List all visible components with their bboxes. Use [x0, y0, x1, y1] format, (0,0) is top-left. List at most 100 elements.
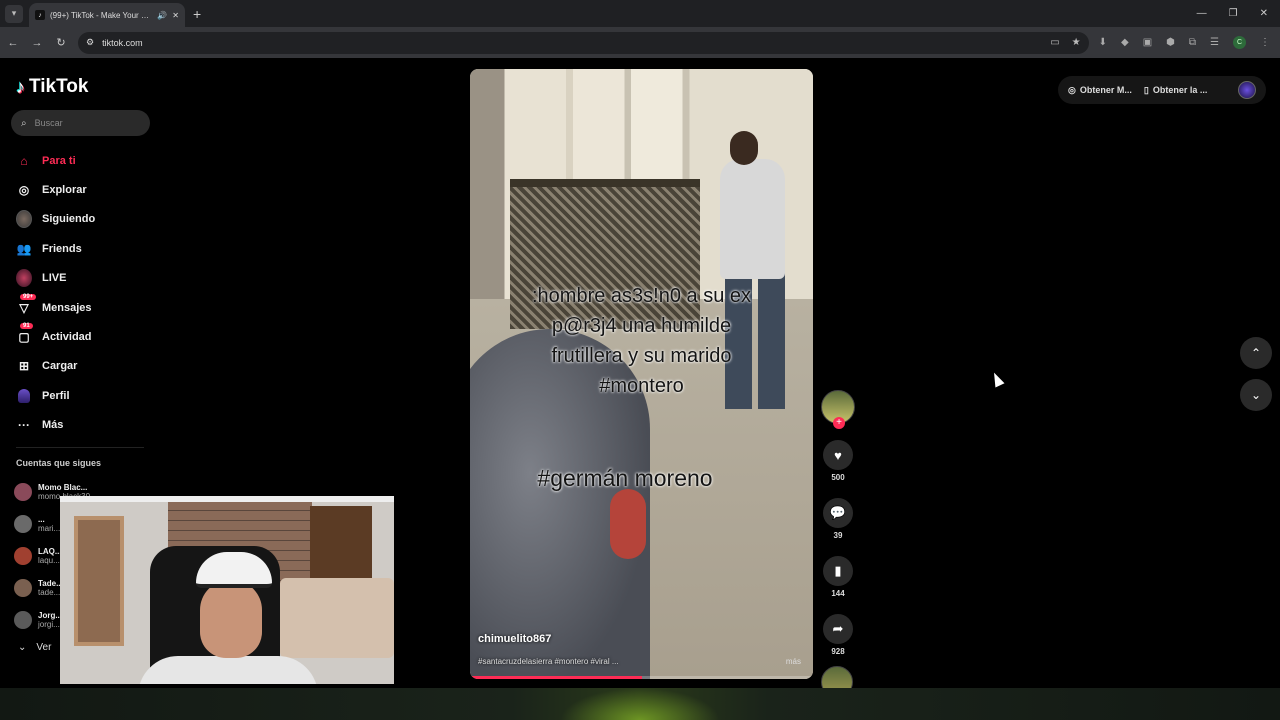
caption-line: frutillera y su marido [551, 345, 732, 367]
download-ext-icon[interactable]: ⬇ [1099, 37, 1107, 48]
following-name: ... [38, 515, 45, 524]
purple-ext-icon[interactable]: ▣ [1143, 37, 1152, 48]
get-app-label: Obtener la ... [1152, 85, 1208, 95]
nav-label: Mensajes [42, 301, 92, 314]
menu-dots-icon[interactable]: ⋮ [1260, 37, 1270, 48]
nav-label: Para ti [42, 154, 76, 167]
get-coins-button[interactable]: ◎ Obtener M... [1068, 85, 1132, 96]
previous-video-button[interactable]: ⌃ [1240, 337, 1272, 369]
video-actions: + ♥ 500 💬 39 ▮ 144 ➦ 928 [821, 390, 857, 698]
sidebar-divider [16, 447, 144, 448]
following-handle: jorgi... [38, 620, 60, 629]
video-player[interactable]: :hombre as3s!n0 a su ex p@r3j4 una humil… [470, 69, 813, 679]
tiktok-logo[interactable]: ♪ TikTok [16, 76, 88, 98]
following-name: LAQ... [38, 547, 62, 556]
heart-icon: ♥ [823, 440, 853, 470]
caption-line: #montero [599, 375, 684, 397]
next-video-button[interactable]: ⌄ [1240, 379, 1272, 411]
like-button[interactable]: ♥ 500 [821, 440, 855, 482]
diamond-ext-icon[interactable]: ◆ [1121, 37, 1129, 48]
browser-tab[interactable]: ♪ (99+) TikTok - Make Your Day 🔊 ✕ [29, 3, 185, 27]
phone-icon: ▯ [1143, 84, 1149, 95]
tiktok-note-icon: ♪ [16, 76, 25, 97]
messages-badge: 99+ [20, 293, 37, 300]
save-button[interactable]: ▮ 144 [821, 556, 855, 598]
following-handle: laqu... [38, 556, 60, 565]
nav-item-mensajes[interactable]: ▽ 99+ Mensajes [16, 293, 156, 322]
share-icon: ➦ [823, 614, 853, 644]
main-nav: ⌂ Para ti ◎ Explorar Siguiendo 👥 Friends… [16, 146, 156, 440]
nav-label: Cargar [42, 360, 78, 373]
profile-avatar[interactable]: C [1233, 36, 1246, 49]
video-progress-bar[interactable] [470, 676, 813, 679]
chevron-down-icon: ⌄ [1250, 388, 1262, 402]
following-name: Jorg... [38, 611, 63, 620]
avatar [14, 579, 32, 597]
site-info-icon[interactable]: ⚙ [86, 37, 94, 48]
see-more-label: Ver [36, 642, 52, 653]
nav-label: Más [42, 419, 64, 432]
save-count: 144 [831, 589, 845, 598]
avatar [14, 611, 32, 629]
activity-badge: 91 [20, 323, 33, 330]
video-author[interactable]: chimuelito867 [478, 633, 551, 645]
desktop-taskbar [0, 688, 1280, 720]
nav-item-live[interactable]: LIVE [16, 264, 156, 293]
comment-icon: 💬 [823, 498, 853, 528]
see-more-button[interactable]: ⌄ Ver [18, 642, 51, 653]
nav-label: Friends [42, 242, 82, 255]
back-icon[interactable]: ← [6, 37, 20, 49]
minimize-icon[interactable]: — [1197, 8, 1207, 19]
speaker-icon[interactable]: 🔊 [157, 11, 167, 20]
video-more-button[interactable]: más [786, 657, 801, 666]
bookmark-star-icon[interactable]: ★ [1072, 37, 1081, 48]
restore-icon[interactable]: ❐ [1229, 8, 1238, 19]
get-app-button[interactable]: ▯ Obtener la ... [1144, 85, 1207, 96]
puzzle-icon[interactable]: ⧉ [1189, 37, 1196, 48]
creator-avatar[interactable]: + [821, 390, 855, 429]
avatar [14, 515, 32, 533]
nav-item-mas[interactable]: ··· Más [16, 411, 156, 440]
comment-button[interactable]: 💬 39 [821, 498, 855, 540]
live-icon [16, 269, 32, 288]
nav-item-siguiendo[interactable]: Siguiendo [16, 205, 156, 234]
nav-item-friends[interactable]: 👥 Friends [16, 234, 156, 263]
tab-search-icon[interactable]: ☰ [1210, 37, 1219, 48]
nav-item-explorar[interactable]: ◎ Explorar [16, 175, 156, 204]
following-handle: mari... [38, 524, 61, 533]
address-bar[interactable]: ⚙ tiktok.com ▭ ★ [78, 31, 1089, 54]
video-caption-overlay: :hombre as3s!n0 a su ex p@r3j4 una humil… [470, 281, 813, 401]
avatar [14, 547, 32, 565]
nav-item-para-ti[interactable]: ⌂ Para ti [16, 146, 156, 175]
caption-line: :hombre as3s!n0 a su ex [531, 285, 751, 307]
like-count: 500 [831, 473, 845, 482]
share-count: 928 [831, 647, 845, 656]
nav-label: LIVE [42, 272, 67, 285]
close-window-icon[interactable]: ✕ [1260, 8, 1268, 19]
messages-icon: ▽ 99+ [16, 293, 37, 316]
new-tab-button[interactable]: + [193, 6, 201, 22]
friends-icon: 👥 [16, 241, 32, 256]
follow-plus-icon[interactable]: + [833, 417, 845, 429]
forward-icon[interactable]: → [30, 37, 44, 49]
nav-item-actividad[interactable]: ▢ 91 Actividad [16, 322, 156, 351]
chevron-down-icon: ⌄ [18, 642, 27, 653]
search-input[interactable]: ⌕ Buscar [11, 110, 150, 136]
cast-icon[interactable]: ▭ [1050, 37, 1059, 48]
user-avatar[interactable] [1238, 81, 1256, 99]
nav-item-cargar[interactable]: ⊞ Cargar [16, 352, 156, 381]
browser-chrome: ▾ ♪ (99+) TikTok - Make Your Day 🔊 ✕ + —… [0, 0, 1280, 58]
nav-label: Perfil [42, 389, 70, 402]
more-icon: ··· [18, 418, 30, 433]
reload-icon[interactable]: ↻ [54, 36, 68, 49]
tab-list-button[interactable]: ▾ [5, 4, 23, 23]
shield-ext-icon[interactable]: ⬢ [1166, 37, 1175, 48]
close-tab-icon[interactable]: ✕ [172, 11, 179, 20]
profile-icon [16, 388, 32, 404]
nav-item-perfil[interactable]: Perfil [16, 381, 156, 410]
share-button[interactable]: ➦ 928 [821, 614, 855, 656]
following-title: Cuentas que sigues [16, 458, 102, 468]
video-hashtags[interactable]: #santacruzdelasierra #montero #viral ... [478, 657, 619, 666]
get-coins-label: Obtener M... [1079, 85, 1132, 95]
tiktok-favicon-icon: ♪ [35, 10, 45, 20]
